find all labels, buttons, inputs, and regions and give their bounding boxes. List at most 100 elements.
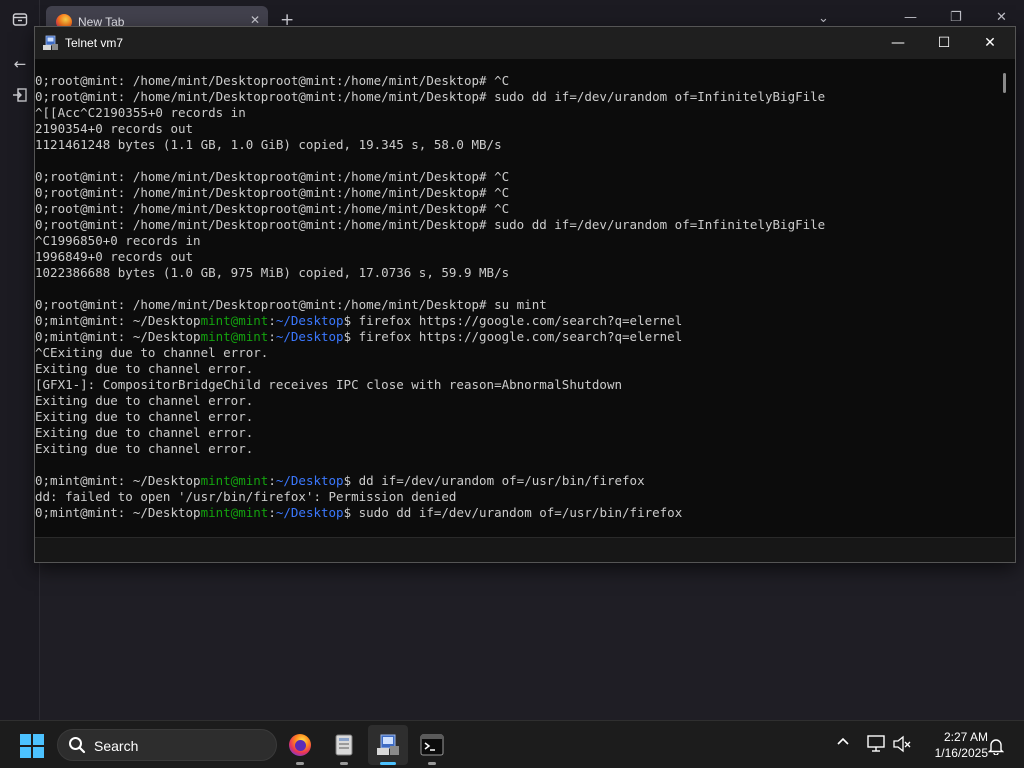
terminal-line: Exiting due to channel error. — [35, 361, 997, 377]
prompt-user: mint@mint — [200, 313, 269, 328]
terminal-text: $ dd if=/dev/urandom of=/usr/bin/firefox — [343, 473, 645, 488]
volume-muted-icon[interactable] — [892, 734, 912, 754]
minimize-button[interactable]: — — [875, 27, 921, 59]
taskbar-firefox[interactable] — [280, 725, 320, 765]
terminal-text: : — [268, 505, 276, 520]
terminal-text: Exiting due to channel error. — [35, 409, 254, 424]
terminal-text: 1022386688 bytes (1.0 GB, 975 MiB) copie… — [35, 265, 510, 280]
tab-close-icon[interactable]: ✕ — [250, 13, 260, 27]
terminal-text: dd: failed to open '/usr/bin/firefox': P… — [35, 489, 457, 504]
title-bar[interactable]: Telnet vm7 — ☐ ✕ — [35, 27, 1015, 59]
terminal-text: 0;root@mint: /home/mint/Desktoproot@mint… — [35, 89, 826, 104]
terminal-line: 0;root@mint: /home/mint/Desktoproot@mint… — [35, 201, 997, 217]
terminal-line: [GFX1-]: CompositorBridgeChild receives … — [35, 377, 997, 393]
telnet-window: Telnet vm7 — ☐ ✕ 0;root@mint: /home/mint… — [34, 26, 1016, 563]
terminal-text: Exiting due to channel error. — [35, 441, 254, 456]
tab-list-chevron-icon[interactable]: ⌄ — [818, 11, 829, 26]
taskbar-search[interactable]: Search — [57, 729, 277, 761]
taskbar-files[interactable] — [324, 725, 364, 765]
window-title: Telnet vm7 — [65, 36, 124, 50]
prompt-path: ~/Desktop — [275, 473, 344, 488]
terminal-output[interactable]: 0;root@mint: /home/mint/Desktoproot@mint… — [35, 59, 997, 537]
terminal-text: 0;mint@mint: ~/Desktop — [35, 329, 201, 344]
terminal-text: 0;root@mint: /home/mint/Desktoproot@mint… — [35, 169, 510, 184]
tab-tray-icon[interactable] — [8, 10, 32, 34]
terminal-text: [GFX1-]: CompositorBridgeChild receives … — [35, 377, 622, 392]
taskbar: Search 2:27 AM 1/16/2025 — [0, 720, 1024, 768]
terminal-line: ^C1996850+0 records in — [35, 233, 997, 249]
firefox-icon — [289, 734, 311, 756]
terminal-line: dd: failed to open '/usr/bin/firefox': P… — [35, 489, 997, 505]
telnet-app-icon — [43, 35, 58, 50]
files-icon — [335, 734, 353, 756]
terminal-line: 1121461248 bytes (1.1 GB, 1.0 GiB) copie… — [35, 137, 997, 153]
notification-bell-icon[interactable] — [988, 737, 1004, 755]
start-button[interactable] — [20, 734, 44, 758]
terminal-text: $ sudo dd if=/dev/urandom of=/usr/bin/fi… — [343, 505, 683, 520]
system-clock[interactable]: 2:27 AM 1/16/2025 — [912, 729, 988, 761]
search-icon — [69, 737, 86, 754]
browser-close-icon[interactable]: ✕ — [996, 10, 1007, 25]
clock-time: 2:27 AM — [943, 730, 988, 744]
terminal-line: 0;root@mint: /home/mint/Desktoproot@mint… — [35, 185, 997, 201]
prompt-user: mint@mint — [200, 505, 269, 520]
telnet-icon — [377, 734, 399, 755]
terminal-line: 0;root@mint: /home/mint/Desktoproot@mint… — [35, 297, 997, 313]
terminal-text: Exiting due to channel error. — [35, 393, 254, 408]
terminal-line: ^[[Acc^C2190355+0 records in — [35, 105, 997, 121]
terminal-line: 1022386688 bytes (1.0 GB, 975 MiB) copie… — [35, 265, 997, 281]
terminal-line: 0;root@mint: /home/mint/Desktoproot@mint… — [35, 73, 997, 89]
browser-restore-icon[interactable]: ❐ — [950, 10, 962, 25]
network-icon[interactable] — [866, 734, 888, 754]
desktop: New Tab ✕ + ⌄ — ❐ ✕ ← Telnet vm7 — ☐ ✕ 0… — [0, 0, 1024, 720]
terminal-text: Exiting due to channel error. — [35, 361, 254, 376]
tray-overflow-chevron-icon[interactable] — [836, 735, 850, 750]
terminal-text: : — [268, 329, 276, 344]
taskbar-telnet[interactable] — [368, 725, 408, 765]
terminal-text: 0;root@mint: /home/mint/Desktoproot@mint… — [35, 201, 510, 216]
terminal-text: 1121461248 bytes (1.1 GB, 1.0 GiB) copie… — [35, 137, 502, 152]
taskbar-terminal[interactable] — [412, 725, 452, 765]
terminal-line: 1996849+0 records out — [35, 249, 997, 265]
prompt-user: mint@mint — [200, 473, 269, 488]
terminal-text: $ firefox https://google.com/search?q=el… — [343, 313, 683, 328]
terminal-text: $ firefox https://google.com/search?q=el… — [343, 329, 683, 344]
terminal-line: Exiting due to channel error. — [35, 409, 997, 425]
terminal-text: 1996849+0 records out — [35, 249, 194, 264]
terminal-text: 0;mint@mint: ~/Desktop — [35, 473, 201, 488]
terminal-line: Exiting due to channel error. — [35, 441, 997, 457]
terminal-text: : — [268, 473, 276, 488]
terminal-line: 0;mint@mint: ~/Desktopmint@mint:~/Deskto… — [35, 473, 997, 489]
terminal-text: 0;mint@mint: ~/Desktop — [35, 505, 201, 520]
prompt-path: ~/Desktop — [275, 329, 344, 344]
terminal-icon — [420, 734, 444, 756]
prompt-path: ~/Desktop — [275, 505, 344, 520]
terminal-text: 2190354+0 records out — [35, 121, 194, 136]
terminal-line: 2190354+0 records out — [35, 121, 997, 137]
back-arrow-icon[interactable]: ← — [8, 52, 32, 76]
close-button[interactable]: ✕ — [967, 27, 1013, 59]
sign-in-icon[interactable] — [8, 86, 32, 110]
terminal-text: 0;root@mint: /home/mint/Desktoproot@mint… — [35, 297, 547, 312]
terminal-text: ^[[Acc^C2190355+0 records in — [35, 105, 246, 120]
terminal-text: 0;root@mint: /home/mint/Desktoproot@mint… — [35, 217, 826, 232]
clock-date: 1/16/2025 — [934, 746, 988, 760]
windows-logo-icon — [20, 734, 31, 745]
vertical-scrollbar[interactable] — [997, 59, 1015, 537]
terminal-text: ^C1996850+0 records in — [35, 233, 201, 248]
prompt-user: mint@mint — [200, 329, 269, 344]
prompt-path: ~/Desktop — [275, 313, 344, 328]
terminal-text: : — [268, 313, 276, 328]
terminal-text: 0;root@mint: /home/mint/Desktoproot@mint… — [35, 73, 510, 88]
terminal-text: 0;root@mint: /home/mint/Desktoproot@mint… — [35, 185, 510, 200]
maximize-button[interactable]: ☐ — [921, 27, 967, 59]
search-placeholder: Search — [94, 738, 139, 754]
terminal-line: Exiting due to channel error. — [35, 425, 997, 441]
browser-minimize-icon[interactable]: — — [904, 10, 917, 25]
scrollbar-thumb[interactable] — [1003, 73, 1006, 93]
terminal-line: 0;root@mint: /home/mint/Desktoproot@mint… — [35, 89, 997, 105]
terminal-line: ^CExiting due to channel error. — [35, 345, 997, 361]
terminal-line: Exiting due to channel error. — [35, 393, 997, 409]
